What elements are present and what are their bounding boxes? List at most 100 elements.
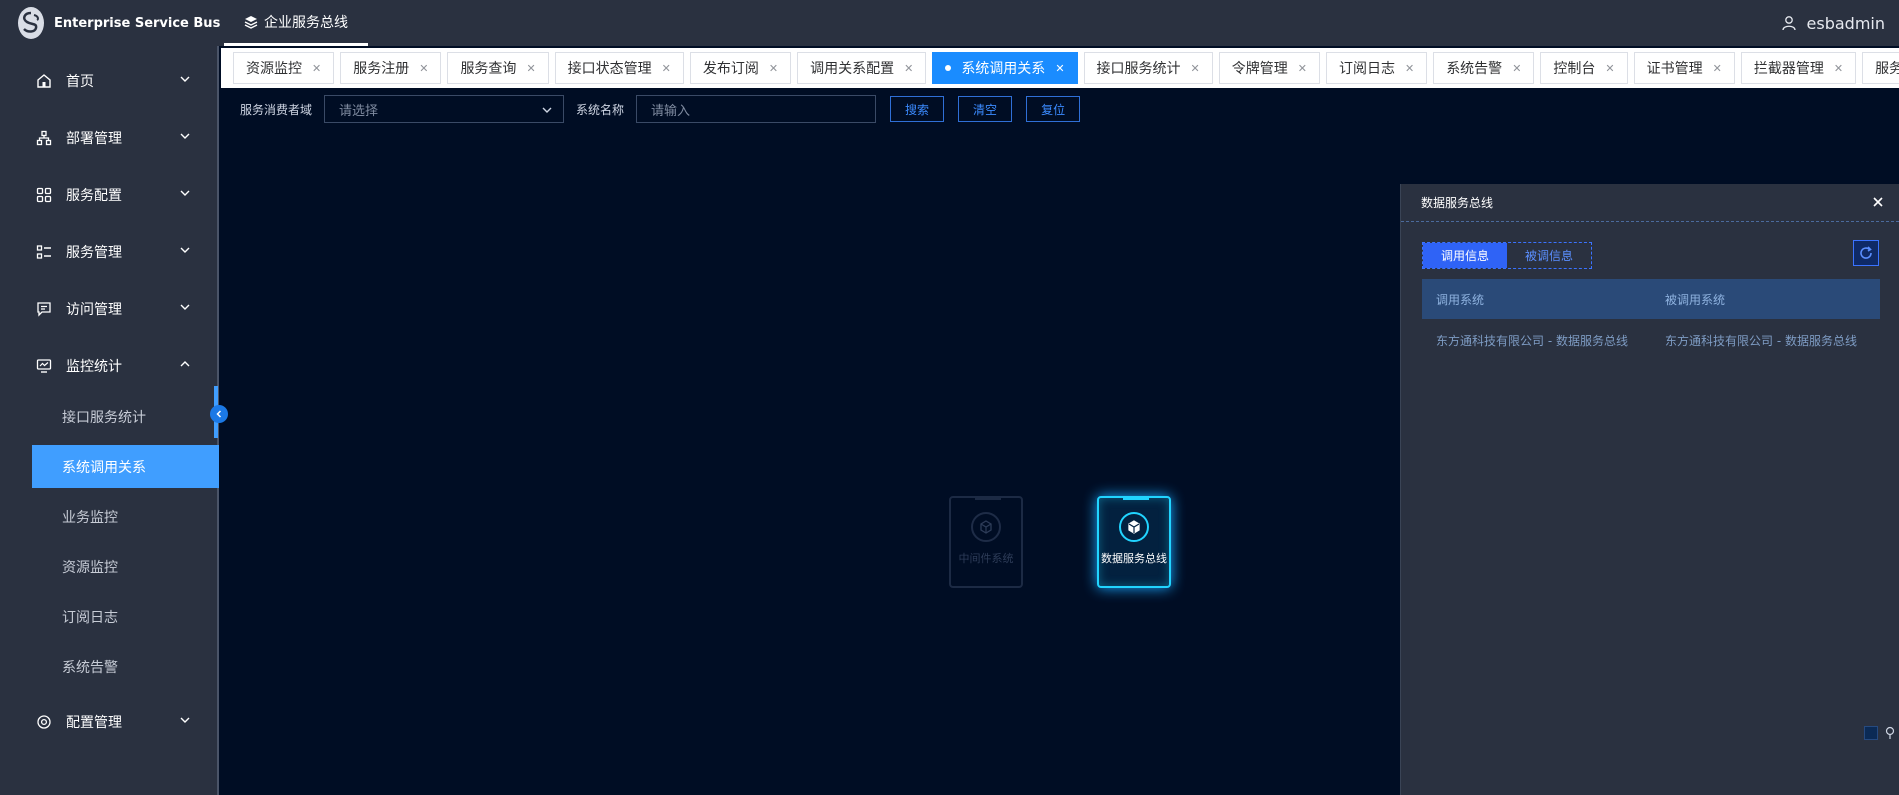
sidebar-item-config-management[interactable]: 配置管理 — [0, 697, 219, 747]
close-icon[interactable]: ✕ — [769, 62, 778, 75]
node-notch — [975, 496, 1001, 500]
tab-label: 接口状态管理 — [567, 61, 652, 77]
layers-icon — [244, 15, 258, 29]
user-menu[interactable]: esbadmin — [1781, 0, 1885, 46]
tab-token-management[interactable]: 令牌管理 ✕ — [1218, 52, 1320, 84]
table-cell-callee: 东方通科技有限公司 - 数据服务总线 — [1665, 333, 1857, 348]
sidebar-item-monitoring[interactable]: 监控统计 — [0, 341, 219, 391]
pin-icon[interactable] — [1884, 726, 1896, 740]
close-icon[interactable]: ✕ — [1605, 62, 1614, 75]
refresh-button[interactable] — [1853, 240, 1879, 266]
cube-icon — [1119, 512, 1149, 542]
detail-panel: 数据服务总线 调用信息 被调信息 调用系统 被调用系统 东方通科技有限公司 - … — [1400, 184, 1899, 795]
tab-label: 接口服务统计 — [1096, 61, 1181, 77]
tab-resource-monitor[interactable]: 资源监控 ✕ — [233, 52, 335, 84]
close-icon[interactable]: ✕ — [1191, 62, 1200, 75]
tab-system-call-relation[interactable]: 系统调用关系 ✕ — [932, 52, 1078, 84]
graph-node-middleware[interactable]: 中间件系统 — [949, 496, 1023, 588]
tab-service-query[interactable]: 服务查询 ✕ — [447, 52, 549, 84]
sidebar-subitem-business-monitor[interactable]: 业务监控 — [32, 495, 219, 538]
filter-bar: 服务消费者域 请选择 系统名称 请输入 搜索 清空 复位 — [240, 95, 1081, 123]
chevron-down-icon — [180, 247, 190, 253]
tab-label: 服务注册 — [353, 61, 410, 77]
sidebar-subitem-system-call-relation[interactable]: 系统调用关系 — [32, 445, 219, 488]
logo[interactable]: Enterprise Service Bus — [0, 0, 220, 46]
table-row[interactable]: 东方通科技有限公司 - 数据服务总线 东方通科技有限公司 - 数据服务总线 — [1422, 319, 1880, 361]
system-name-input[interactable]: 请输入 — [636, 95, 877, 123]
graph-node-data-service-bus[interactable]: 数据服务总线 — [1097, 496, 1171, 588]
tab-interface-status[interactable]: 接口状态管理 ✕ — [554, 52, 684, 84]
deploy-icon — [36, 130, 52, 146]
sidebar-subitem-system-alert[interactable]: 系统告警 — [32, 645, 219, 688]
sidebar-subitem-subscription-log[interactable]: 订阅日志 — [32, 595, 219, 638]
close-icon[interactable]: ✕ — [1834, 62, 1843, 75]
node-label: 数据服务总线 — [1101, 552, 1167, 565]
tab-console[interactable]: 控制台 ✕ — [1540, 52, 1628, 84]
close-icon[interactable]: ✕ — [1713, 62, 1722, 75]
top-nav-tab[interactable]: 企业服务总线 — [224, 0, 368, 46]
top-bar: Enterprise Service Bus 企业服务总线 esbadmin — [0, 0, 1899, 46]
top-nav-tab-label: 企业服务总线 — [264, 14, 348, 31]
sidebar-collapse-button[interactable] — [210, 405, 228, 423]
chevron-down-icon — [180, 133, 190, 139]
tab-interface-service-stats[interactable]: 接口服务统计 ✕ — [1083, 52, 1213, 84]
search-button[interactable]: 搜索 — [890, 96, 945, 122]
sidebar-item-label: 配置管理 — [66, 715, 122, 731]
tab-certificate-management[interactable]: 证书管理 ✕ — [1633, 52, 1735, 84]
chevron-down-icon — [180, 717, 190, 723]
tabs-bar: 资源监控 ✕ 服务注册 ✕ 服务查询 ✕ 接口状态管理 ✕ 发布订阅 ✕ 调用关系配置 ✕ … — [221, 48, 1899, 88]
sidebar-item-label: 首页 — [66, 74, 94, 90]
node-label: 中间件系统 — [958, 552, 1014, 565]
close-icon[interactable]: ✕ — [1405, 62, 1414, 75]
close-icon[interactable]: ✕ — [1298, 62, 1307, 75]
tab-label: 调用关系配置 — [810, 61, 895, 77]
tab-call-info[interactable]: 调用信息 — [1423, 243, 1507, 268]
tab-call-relation-config[interactable]: 调用关系配置 ✕ — [797, 52, 927, 84]
close-icon[interactable]: ✕ — [419, 62, 428, 75]
tab-publish-subscribe[interactable]: 发布订阅 ✕ — [689, 52, 792, 84]
grid-icon — [36, 187, 52, 203]
tab-label: 服务查询 — [460, 61, 517, 77]
active-dot-icon — [945, 65, 952, 71]
sidebar-item-home[interactable]: 首页 — [0, 56, 219, 106]
close-icon[interactable]: ✕ — [312, 62, 321, 75]
cube-icon — [971, 512, 1001, 542]
sidebar-item-access-management[interactable]: 访问管理 — [0, 284, 219, 334]
tab-subscription-log[interactable]: 订阅日志 ✕ — [1325, 52, 1428, 84]
close-icon[interactable]: ✕ — [1512, 62, 1521, 75]
sidebar-item-deploy[interactable]: 部署管理 — [0, 113, 219, 163]
sidebar-item-service-management[interactable]: 服务管理 — [0, 227, 219, 277]
tab-label: 资源监控 — [246, 61, 302, 77]
message-icon — [37, 302, 51, 317]
panel-tabs: 调用信息 被调信息 — [1422, 242, 1592, 269]
monitor-icon — [36, 359, 52, 373]
tab-label: 订阅日志 — [1338, 61, 1395, 77]
tab-called-info[interactable]: 被调信息 — [1507, 243, 1591, 268]
tab-service-register[interactable]: 服务注册 ✕ — [340, 52, 442, 84]
sidebar-item-label: 服务配置 — [66, 188, 122, 204]
consumer-domain-select[interactable]: 请选择 — [324, 95, 565, 123]
table-header: 调用系统 被调用系统 — [1422, 279, 1880, 319]
close-icon[interactable]: ✕ — [904, 62, 913, 75]
sidebar: 首页 部署管理 服务配置 服务管理 访问管理 监控统计 接口服务统计 系统调用关… — [0, 46, 219, 795]
sidebar-item-label: 部署管理 — [66, 131, 122, 147]
sidebar-item-service-config[interactable]: 服务配置 — [0, 170, 219, 220]
sidebar-subitem-interface-stats[interactable]: 接口服务统计 — [32, 395, 219, 438]
close-icon[interactable]: ✕ — [662, 62, 671, 75]
table-cell-caller: 东方通科技有限公司 - 数据服务总线 — [1436, 333, 1628, 348]
close-icon[interactable] — [1871, 195, 1885, 209]
square-icon[interactable] — [1864, 726, 1878, 740]
tab-interceptor-management[interactable]: 拦截器管理 ✕ — [1740, 52, 1857, 84]
consumer-domain-label: 服务消费者域 — [240, 102, 313, 117]
tab-system-alert[interactable]: 系统告警 ✕ — [1433, 52, 1535, 84]
call-table: 调用系统 被调用系统 东方通科技有限公司 - 数据服务总线 东方通科技有限公司 … — [1422, 279, 1880, 361]
tab-service-config[interactable]: 服务配置✕ — [1862, 52, 1899, 84]
settings-icon — [37, 715, 51, 729]
column-header-callee: 被调用系统 — [1665, 292, 1726, 307]
close-icon[interactable]: ✕ — [526, 62, 535, 75]
close-icon[interactable]: ✕ — [1055, 62, 1064, 75]
sidebar-subitem-resource-monitor[interactable]: 资源监控 — [32, 545, 219, 588]
reset-button[interactable]: 复位 — [1026, 96, 1081, 122]
sidebar-item-label: 监控统计 — [66, 359, 122, 375]
clear-button[interactable]: 清空 — [958, 96, 1013, 122]
